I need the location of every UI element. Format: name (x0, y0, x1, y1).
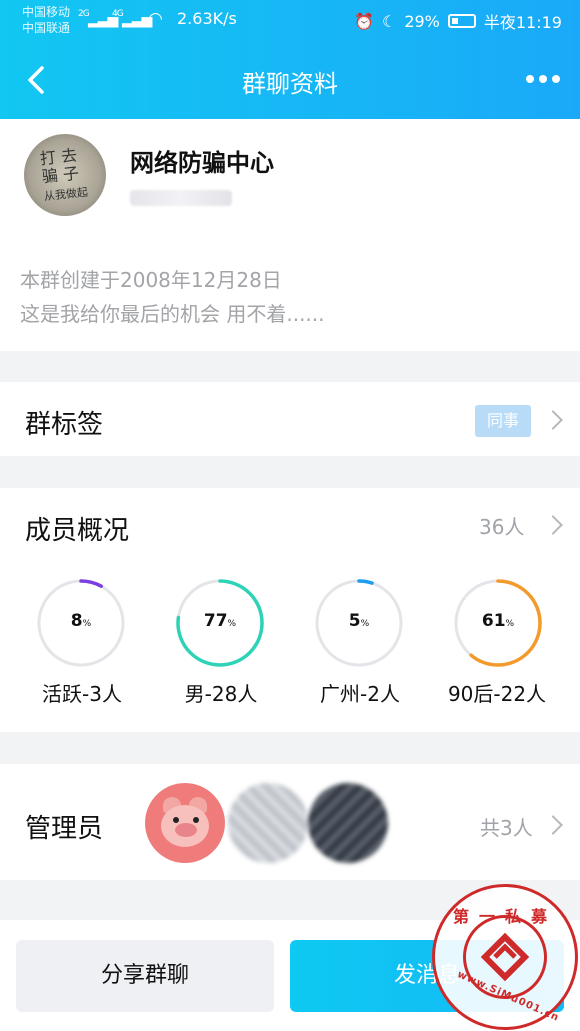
watermark-stamp: 第一私募 www.SiMu001.cn (432, 884, 578, 1030)
wifi-icon: ◠ (148, 9, 163, 29)
admin-avatar[interactable] (145, 783, 225, 863)
members-label: 成员概况 (25, 516, 130, 546)
share-group-button[interactable]: 分享群聊 (16, 940, 274, 1012)
status-right: ⏰ ☾ 29% 半夜11:19 (354, 9, 562, 33)
stat-label: 广州-2人 (320, 682, 400, 706)
group-description: 本群创建于2008年12月28日 这是我给你最后的机会 用不着...... (20, 263, 325, 331)
members-count[interactable]: 36人 (479, 511, 524, 540)
group-intro-text: 这是我给你最后的机会 用不着...... (20, 302, 325, 326)
carrier-2: 中国联通 (22, 21, 71, 35)
tag-chip: 同事 (475, 405, 531, 437)
member-stat-ring[interactable]: 77% (175, 578, 265, 668)
moon-icon: ☾ (381, 11, 397, 31)
more-dot-icon (552, 75, 560, 83)
clock: 半夜11:19 (483, 13, 562, 32)
stat-percent: 77% (175, 611, 265, 631)
member-stat-ring[interactable]: 61% (453, 578, 543, 668)
stat-percent: 5% (314, 611, 404, 631)
status-bar: 中国移动 中国联通 2G ▂▃▅ 4G ▂▃▅ ◠ 2.63K/s ⏰ ☾ 29… (0, 0, 580, 40)
stat-label: 90后-22人 (447, 682, 547, 706)
signal-icon-2: ▂▃▅ (122, 12, 152, 28)
group-avatar[interactable]: 打 去骗 子从我做起 (24, 134, 106, 216)
alarm-icon: ⏰ (354, 11, 374, 31)
group-id-blurred (130, 190, 232, 206)
admins-count: 共3人 (480, 816, 533, 840)
admin-avatar[interactable] (228, 783, 308, 863)
battery-icon (447, 14, 476, 28)
stat-label: 男-28人 (184, 682, 258, 706)
stat-label: 活跃-3人 (42, 682, 122, 706)
more-menu-button[interactable] (522, 66, 564, 92)
stat-value: 77 (203, 611, 228, 631)
net-speed: 2.63K/s (177, 9, 237, 28)
stat-value: 8 (70, 611, 83, 631)
group-name: 网络防骗中心 (130, 149, 274, 177)
stat-percent: 61% (453, 611, 543, 631)
member-stat-ring[interactable]: 8% (36, 578, 126, 668)
carrier-info: 中国移动 中国联通 (22, 4, 70, 36)
group-tags-label: 群标签 (25, 410, 104, 440)
more-dot-icon (526, 75, 534, 83)
more-dot-icon (539, 75, 547, 83)
admins-label: 管理员 (25, 814, 104, 844)
battery-percent: 29% (404, 11, 440, 31)
admin-avatar[interactable] (308, 783, 388, 863)
pig-eye (173, 817, 179, 823)
stat-unit: % (227, 619, 237, 629)
page-title: 群聊资料 (242, 70, 338, 98)
stat-value: 5 (348, 611, 361, 631)
avatar-handwriting: 打 去骗 子从我做起 (39, 145, 89, 204)
stat-value: 61 (481, 611, 506, 631)
member-stat-ring[interactable]: 5% (314, 578, 404, 668)
carrier-1: 中国移动 (22, 5, 71, 19)
header-bar: 中国移动 中国联通 2G ▂▃▅ 4G ▂▃▅ ◠ 2.63K/s ⏰ ☾ 29… (0, 0, 580, 119)
stat-unit: % (505, 619, 515, 629)
stat-unit: % (82, 619, 92, 629)
stat-percent: 8% (36, 611, 126, 631)
stat-unit: % (360, 619, 370, 629)
pig-eye (193, 817, 199, 823)
group-created-text: 本群创建于2008年12月28日 (20, 268, 282, 292)
pig-nose (175, 823, 197, 837)
